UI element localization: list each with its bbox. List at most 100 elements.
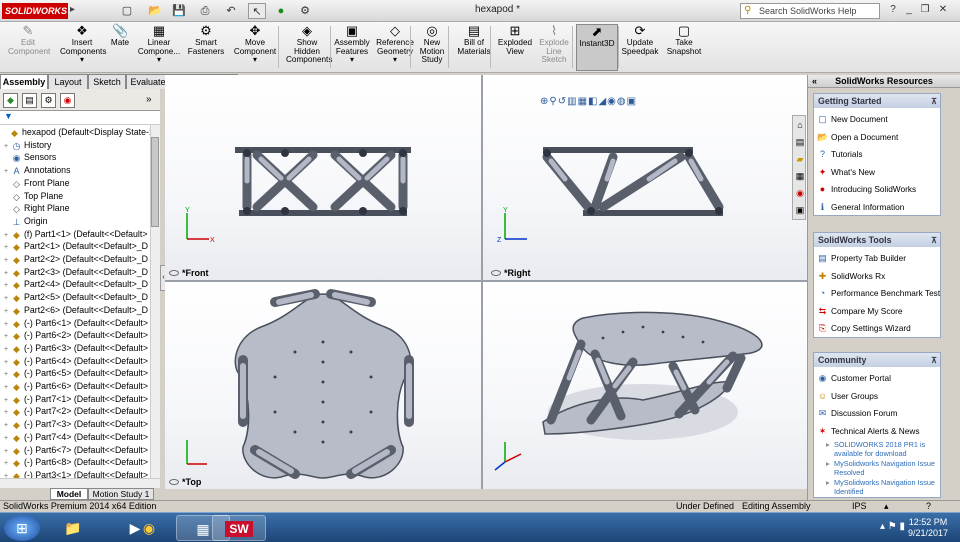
tab-model[interactable]: Model	[50, 488, 88, 500]
resource-link[interactable]: ◉ Customer Portal	[817, 372, 891, 384]
tree-item[interactable]: + ◷ History	[0, 139, 150, 152]
tree-item[interactable]: ◇ Front Plane	[0, 177, 150, 190]
tree-item[interactable]: + A Annotations	[0, 164, 150, 177]
section-header[interactable]: Community ⊼	[814, 353, 940, 367]
tree-item[interactable]: ◇ Top Plane	[0, 190, 150, 203]
solidworks-icon[interactable]: SW	[212, 515, 266, 541]
resource-link[interactable]: ☺ User Groups	[817, 390, 878, 402]
tree-item[interactable]: + ◆ (-) Part6<4> (Default<<Default>	[0, 355, 150, 368]
previous-view-icon[interactable]: ↺	[558, 96, 567, 107]
menu-arrow-icon[interactable]: ▸	[70, 4, 75, 15]
tree-item[interactable]: + ◆ (-) Part6<3> (Default<<Default>	[0, 342, 150, 355]
expand-icon[interactable]: +	[4, 267, 11, 279]
section-header[interactable]: SolidWorks Tools ⊼	[814, 233, 940, 247]
view-orientation-icon[interactable]: ▦	[578, 96, 588, 107]
news-link[interactable]: MySolidworks Navigation Issue Resolved	[826, 459, 940, 477]
file-explorer-icon[interactable]: ▰	[794, 153, 806, 165]
tree-item[interactable]: + ◆ (-) Part6<8> (Default<<Default>	[0, 456, 150, 469]
view-settings-icon[interactable]: ▣	[627, 96, 637, 107]
save-icon[interactable]: 💾	[170, 3, 188, 19]
isometric-viewport[interactable]	[483, 282, 807, 489]
section-view-icon[interactable]: ▥	[567, 96, 577, 107]
ribbon-mate-button[interactable]: 📎 Mate	[106, 24, 134, 71]
resource-link[interactable]: ✚ SolidWorks Rx	[817, 270, 886, 282]
expand-icon[interactable]: +	[4, 445, 11, 457]
help-icon[interactable]: ?	[926, 501, 931, 512]
tree-item[interactable]: + ◆ (-) Part6<2> (Default<<Default>	[0, 329, 150, 342]
expand-icon[interactable]: +	[4, 381, 11, 393]
ribbon-smart-button[interactable]: ⚙ Smart Fasteners	[186, 24, 226, 71]
zoom-to-fit-icon[interactable]: ⊕	[540, 96, 549, 107]
resource-link[interactable]: ▤ Property Tab Builder	[817, 252, 906, 264]
expand-icon[interactable]: +	[4, 432, 11, 444]
ribbon-explode-button[interactable]: ⌇ Explode Line Sketch	[536, 24, 572, 71]
expand-icon[interactable]: +	[4, 406, 11, 418]
right-viewport[interactable]: Y Z *Right	[483, 75, 807, 280]
minimize-icon[interactable]: _	[902, 3, 916, 17]
ribbon-insert-button[interactable]: ❖ Insert Components ▾	[60, 24, 106, 71]
appearances-icon[interactable]: ◉	[794, 187, 806, 199]
front-viewport[interactable]: Y X *Front	[165, 75, 481, 280]
tree-scrollbar-thumb[interactable]	[151, 137, 159, 227]
expand-icon[interactable]: +	[4, 241, 11, 253]
expand-panel-icon[interactable]: »	[146, 94, 152, 105]
new-icon[interactable]: ▢	[118, 3, 136, 19]
resource-link[interactable]: ✉ Discussion Forum	[817, 407, 898, 419]
feature-tree-icon[interactable]: ◆	[3, 93, 18, 108]
resource-link[interactable]: ▢ New Document	[817, 113, 887, 125]
configuration-icon[interactable]: ⚙	[41, 93, 56, 108]
tab-layout[interactable]: Layout	[48, 74, 88, 89]
close-icon[interactable]: ✕	[936, 3, 950, 17]
ribbon-show-button[interactable]: ◈ Show Hidden Components	[286, 24, 332, 71]
display-style-icon[interactable]: ◧	[588, 96, 598, 107]
windows-start-icon[interactable]: ⊞	[4, 515, 40, 541]
expand-icon[interactable]: +	[4, 279, 11, 291]
ribbon-update-button[interactable]: ⟳ Update Speedpak	[620, 24, 660, 71]
hide-show-icon[interactable]: ◢	[598, 96, 607, 107]
ribbon-edit-button[interactable]: ✎ Edit Component	[8, 24, 50, 71]
apply-scene-icon[interactable]: ◍	[617, 96, 627, 107]
explorer-icon[interactable]: 📁	[46, 515, 100, 541]
ribbon-exploded-button[interactable]: ⊞ Exploded View	[496, 24, 534, 71]
clock[interactable]: 12:52 PM 9/21/2017	[904, 517, 952, 539]
tree-item[interactable]: + ◆ (-) Part6<7> (Default<<Default>	[0, 444, 150, 457]
design-library-icon[interactable]: ▤	[794, 136, 806, 148]
print-icon[interactable]: ⎙	[196, 3, 214, 19]
tree-item[interactable]: + ◆ Part2<3> (Default<<Default>_D	[0, 266, 150, 279]
system-tray-icon[interactable]: ▴ ⚑ ▮	[880, 521, 905, 532]
ribbon-bill-of-button[interactable]: ▤ Bill of Materials	[454, 24, 494, 71]
collapse-section-icon[interactable]: ⊼	[931, 234, 937, 248]
resource-link[interactable]: ? Tutorials	[817, 148, 863, 160]
undo-icon[interactable]: ↶	[222, 3, 240, 19]
resource-link[interactable]: ✦ What's New	[817, 166, 875, 178]
help-icon[interactable]: ?	[886, 3, 900, 17]
tab-motion-study-1[interactable]: Motion Study 1	[88, 488, 154, 500]
collapse-pane-icon[interactable]: «	[812, 75, 817, 88]
collapse-section-icon[interactable]: ⊼	[931, 95, 937, 109]
ribbon-instant3d-button[interactable]: ⬈ Instant3D	[576, 24, 618, 71]
expand-icon[interactable]: +	[4, 394, 11, 406]
custom-properties-icon[interactable]: ▣	[794, 204, 806, 216]
tree-item[interactable]: + ◆ (-) Part7<4> (Default<<Default>	[0, 431, 150, 444]
resource-link[interactable]: ⇆ Compare My Score	[817, 305, 903, 317]
tree-item[interactable]: + ◆ Part2<2> (Default<<Default>_D	[0, 253, 150, 266]
news-link[interactable]: SOLIDWORKS 2018 PR1 is available for dow…	[826, 440, 940, 458]
open-icon[interactable]: 📂	[146, 3, 164, 19]
tree-item[interactable]: + ◆ (-) Part7<3> (Default<<Default>	[0, 418, 150, 431]
edit-appearance-icon[interactable]: ◉	[607, 96, 617, 107]
restore-icon[interactable]: ❐	[918, 3, 932, 17]
expand-icon[interactable]: +	[4, 356, 11, 368]
ribbon-move-button[interactable]: ✥ Move Component ▾	[230, 24, 280, 71]
resource-link[interactable]: ✶ Technical Alerts & News	[817, 425, 920, 437]
expand-icon[interactable]: +	[4, 254, 11, 266]
tree-item[interactable]: + ◆ (-) Part7<2> (Default<<Default>	[0, 405, 150, 418]
tab-sketch[interactable]: Sketch	[88, 74, 126, 89]
graphics-area[interactable]: Y X *Front Y Z *Right *Top	[165, 75, 807, 489]
select-icon[interactable]: ↖	[248, 3, 266, 19]
tree-item[interactable]: + ◆ Part2<4> (Default<<Default>_D	[0, 278, 150, 291]
expand-icon[interactable]: +	[4, 140, 11, 152]
tree-item[interactable]: ◆ hexapod (Default<Display State-1>	[0, 126, 150, 139]
tree-item[interactable]: + ◆ (f) Part1<1> (Default<<Default>	[0, 228, 150, 241]
tree-horizontal-scrollbar[interactable]	[0, 478, 160, 488]
ribbon-take-button[interactable]: ▢ Take Snapshot	[664, 24, 704, 71]
